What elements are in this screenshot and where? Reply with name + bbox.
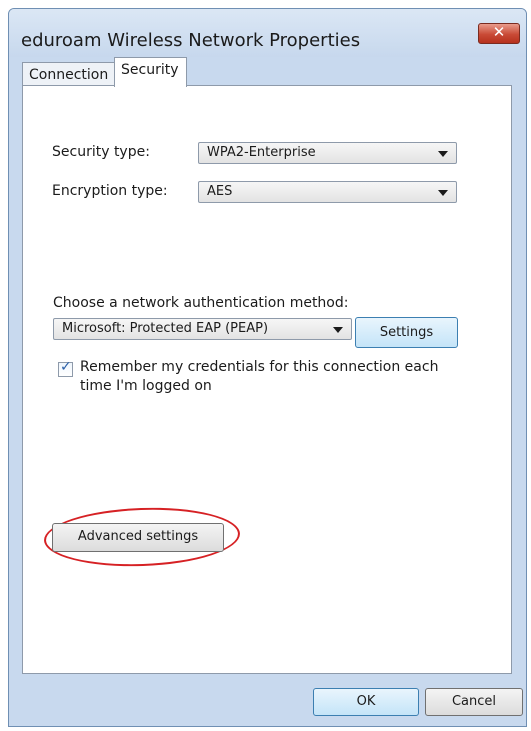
remember-credentials-line1: Remember my credentials for this connect…	[80, 359, 439, 375]
advanced-settings-button[interactable]: Advanced settings	[52, 523, 224, 552]
window-title: eduroam Wireless Network Properties	[21, 30, 361, 51]
remember-credentials-checkbox[interactable]: ✓	[58, 359, 73, 377]
tab-connection[interactable]: Connection	[22, 62, 115, 86]
ok-button[interactable]: OK	[313, 688, 419, 716]
chevron-down-icon	[333, 327, 343, 333]
close-button[interactable]: ✕	[478, 23, 520, 44]
auth-method-dropdown[interactable]: Microsoft: Protected EAP (PEAP)	[53, 318, 352, 340]
settings-button[interactable]: Settings	[355, 317, 458, 348]
tab-security[interactable]: Security	[114, 57, 187, 87]
encryption-type-dropdown[interactable]: AES	[198, 181, 457, 203]
auth-method-value: Microsoft: Protected EAP (PEAP)	[62, 321, 269, 336]
close-icon: ✕	[492, 23, 506, 41]
chevron-down-icon	[438, 151, 448, 157]
security-type-value: WPA2-Enterprise	[207, 145, 316, 160]
encryption-type-value: AES	[207, 184, 233, 199]
security-type-dropdown[interactable]: WPA2-Enterprise	[198, 142, 457, 164]
security-type-label: Security type:	[52, 144, 150, 160]
checkmark-icon: ✓	[60, 359, 72, 375]
encryption-type-label: Encryption type:	[52, 183, 168, 199]
cancel-button[interactable]: Cancel	[425, 688, 523, 716]
chevron-down-icon	[438, 190, 448, 196]
remember-credentials-line2: time I'm logged on	[80, 378, 212, 394]
auth-method-label: Choose a network authentication method:	[53, 295, 349, 311]
title-bar: eduroam Wireless Network Properties ✕	[9, 9, 526, 57]
